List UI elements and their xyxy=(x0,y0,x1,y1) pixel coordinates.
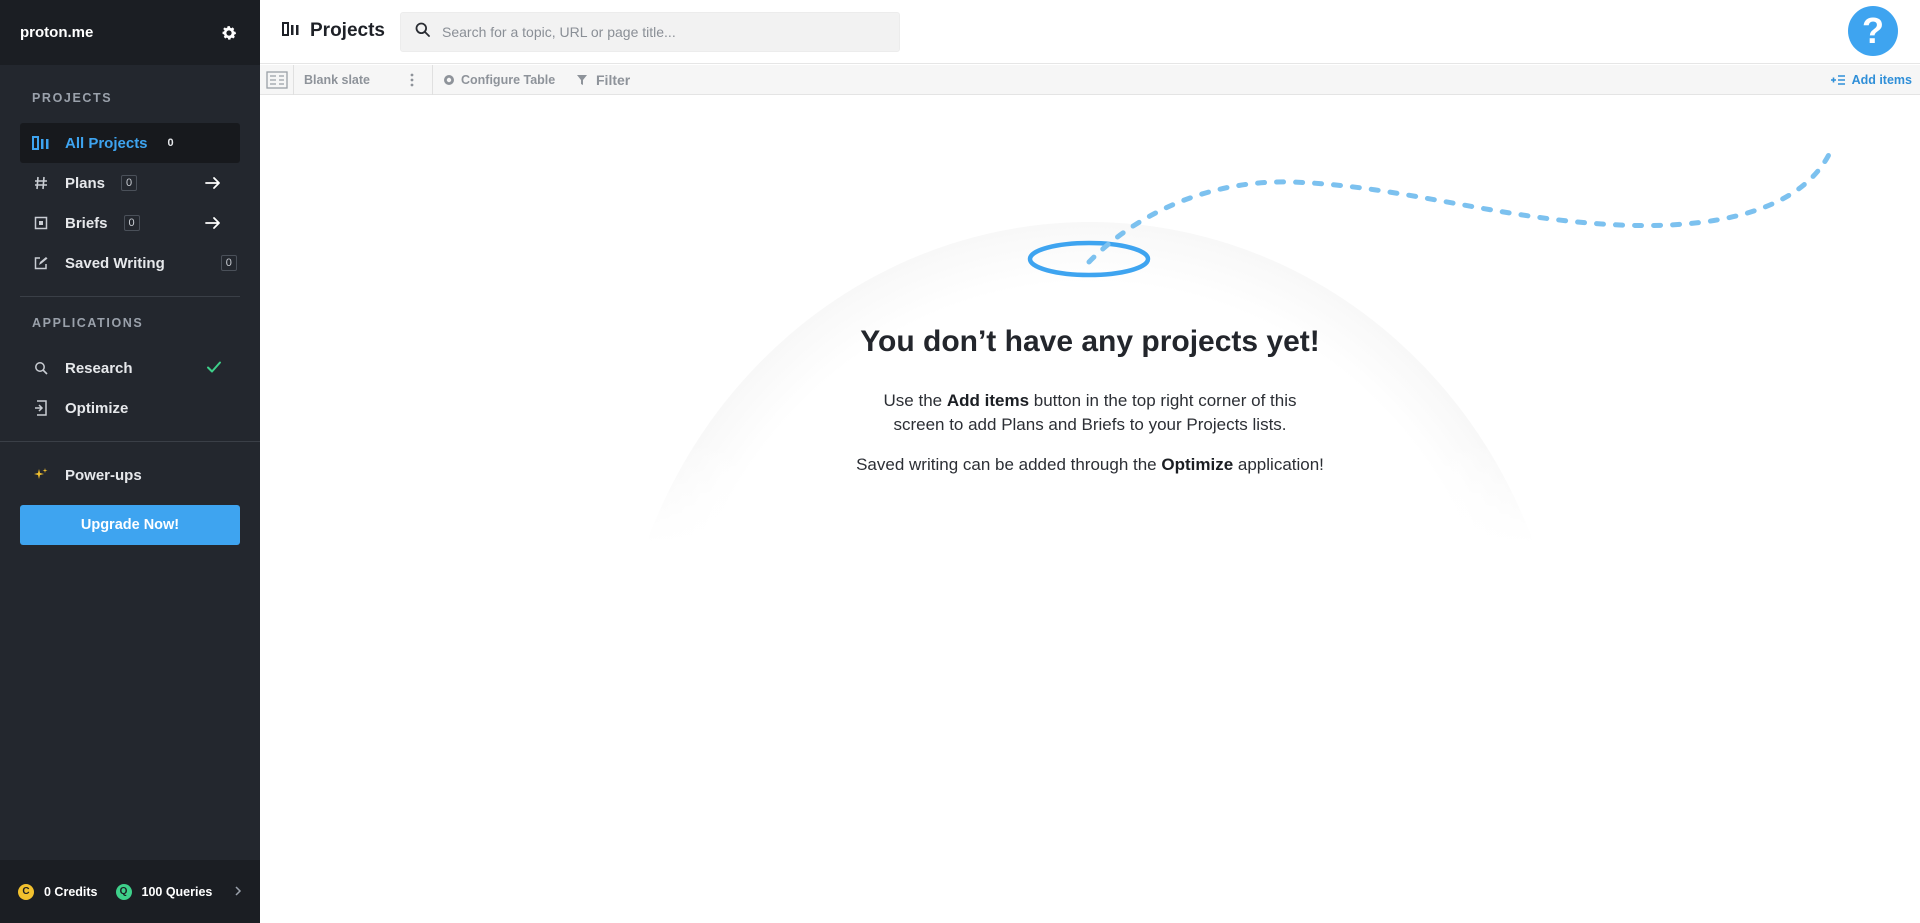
empty-state-line-2: screen to add Plans and Briefs to your P… xyxy=(893,415,1287,434)
sidebar-item-all-projects[interactable]: All Projects 0 xyxy=(20,123,240,163)
top-header: Projects ? xyxy=(260,0,1920,64)
sidebar-item-label: Plans xyxy=(65,174,106,192)
count-badge: 0 xyxy=(220,255,237,271)
workspace-name: proton.me xyxy=(20,24,94,41)
empty-state-line-1: Use the Add items button in the top righ… xyxy=(615,389,1565,413)
empty-state-text: Use the xyxy=(883,391,947,410)
configure-table-label: Configure Table xyxy=(461,73,556,87)
sidebar-item-optimize[interactable]: Optimize xyxy=(20,388,240,428)
sidebar-item-label: Briefs xyxy=(65,214,108,232)
projects-icon xyxy=(32,134,50,152)
empty-state-text: button in the top right corner of this xyxy=(1029,391,1297,410)
configure-table-button[interactable]: Configure Table xyxy=(443,65,555,95)
sidebar-divider xyxy=(0,441,260,442)
sidebar-item-label: Research xyxy=(65,359,133,377)
sidebar-item-label: Saved Writing xyxy=(65,254,165,272)
sidebar-item-label: All Projects xyxy=(65,134,148,152)
sidebar-header: proton.me xyxy=(0,0,260,65)
brief-icon xyxy=(32,214,50,232)
optimize-icon xyxy=(32,399,50,417)
toolbar-divider xyxy=(432,65,433,95)
credits-coin-icon: C xyxy=(18,883,34,900)
page-title: Projects xyxy=(310,20,385,41)
empty-state-fade xyxy=(600,440,1580,740)
usage-bar[interactable]: C 0 Credits Q 100 Queries xyxy=(0,860,260,923)
projects-section-label: PROJECTS xyxy=(32,91,113,105)
search-input[interactable] xyxy=(442,24,882,40)
applications-section-label: APPLICATIONS xyxy=(32,316,144,330)
projects-icon xyxy=(282,21,300,41)
settings-icon xyxy=(443,74,455,86)
arrow-right-icon[interactable] xyxy=(204,174,222,192)
search-icon xyxy=(415,22,430,42)
sidebar-item-saved-writing[interactable]: Saved Writing 0 xyxy=(20,243,240,283)
queries-coin-icon: Q xyxy=(115,883,132,900)
sidebar-item-label: Power-ups xyxy=(65,466,142,484)
sidebar-item-briefs[interactable]: Briefs 0 xyxy=(20,203,240,243)
count-badge: 0 xyxy=(121,175,138,191)
filter-label: Filter xyxy=(596,72,631,88)
page-title-group: Projects xyxy=(282,20,385,42)
add-items-reference: Add items xyxy=(946,391,1030,410)
count-badge: 0 xyxy=(167,137,174,149)
optimize-reference: Optimize xyxy=(1161,455,1234,474)
empty-state-text: application! xyxy=(1233,455,1324,474)
sidebar-item-power-ups[interactable]: Power-ups xyxy=(20,455,240,495)
upgrade-button[interactable]: Upgrade Now! xyxy=(20,505,240,545)
arrow-right-icon[interactable] xyxy=(204,214,222,232)
edit-icon xyxy=(32,254,50,272)
more-vertical-icon[interactable] xyxy=(410,65,414,95)
research-icon xyxy=(32,359,50,377)
queries-count: 100 Queries xyxy=(141,884,213,899)
gear-icon[interactable] xyxy=(218,22,240,44)
sidebar-item-label: Optimize xyxy=(65,399,129,417)
add-items-button[interactable]: Add items xyxy=(1830,65,1912,95)
add-items-label: Add items xyxy=(1851,73,1912,87)
credits-count: 0 Credits xyxy=(44,884,98,899)
chevron-right-icon[interactable] xyxy=(234,885,242,899)
sidebar-item-research[interactable]: Research xyxy=(20,348,240,388)
count-badge: 0 xyxy=(123,215,140,231)
view-toggle-icon[interactable] xyxy=(266,65,288,95)
hash-icon xyxy=(32,174,50,192)
view-selector[interactable]: Blank slate xyxy=(304,65,370,95)
sparkle-icon xyxy=(32,466,50,484)
sidebar: proton.me PROJECTS All Projects 0 Plans … xyxy=(0,0,260,923)
toolbar-divider xyxy=(293,65,294,95)
check-icon xyxy=(206,359,222,375)
empty-state-line-3: Saved writing can be added through the O… xyxy=(615,453,1565,477)
add-list-icon xyxy=(1830,74,1846,86)
filter-button[interactable]: Filter xyxy=(576,65,630,95)
table-toolbar: Blank slate Configure Table Filter Add i… xyxy=(260,65,1920,95)
sidebar-item-plans[interactable]: Plans 0 xyxy=(20,163,240,203)
empty-state-text: Saved writing can be added through the xyxy=(856,455,1162,474)
filter-icon xyxy=(576,74,588,86)
empty-state-title: You don’t have any projects yet! xyxy=(860,325,1320,358)
sidebar-divider xyxy=(20,296,240,297)
search-bar[interactable] xyxy=(400,12,900,52)
help-button[interactable]: ? xyxy=(1848,6,1898,56)
